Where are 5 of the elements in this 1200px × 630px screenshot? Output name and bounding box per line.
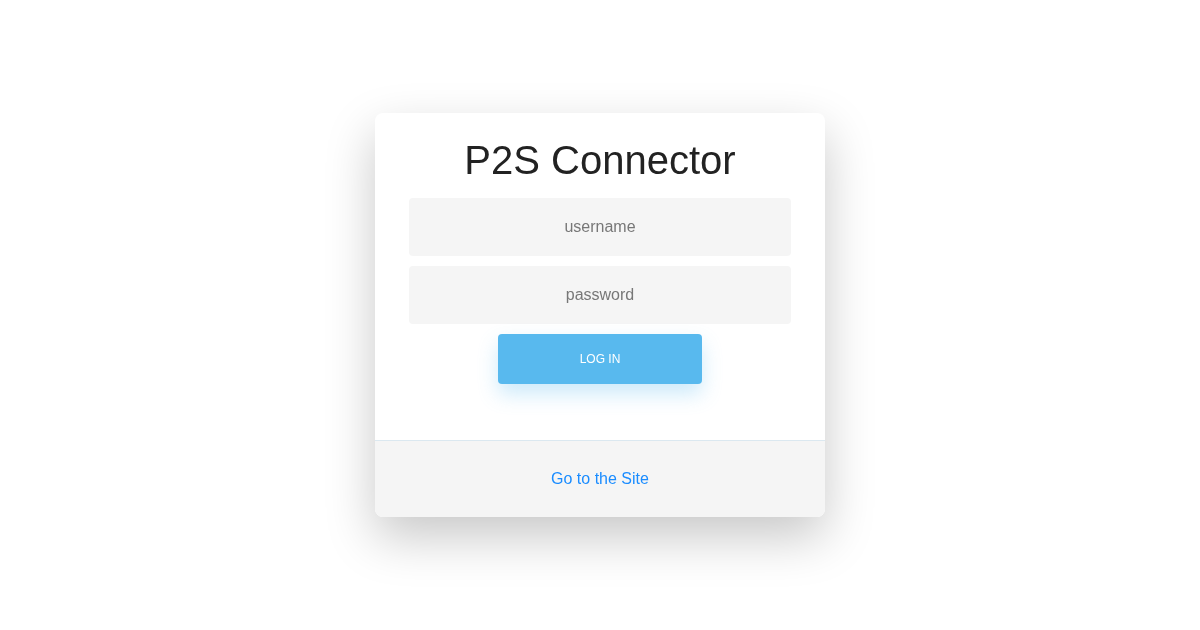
site-link[interactable]: Go to the Site: [551, 467, 649, 491]
login-button[interactable]: LOG IN: [498, 334, 702, 384]
input-field[interactable]: username: [409, 198, 791, 256]
app-title: P2S Connector: [464, 137, 736, 184]
input-field[interactable]: password: [409, 266, 791, 324]
